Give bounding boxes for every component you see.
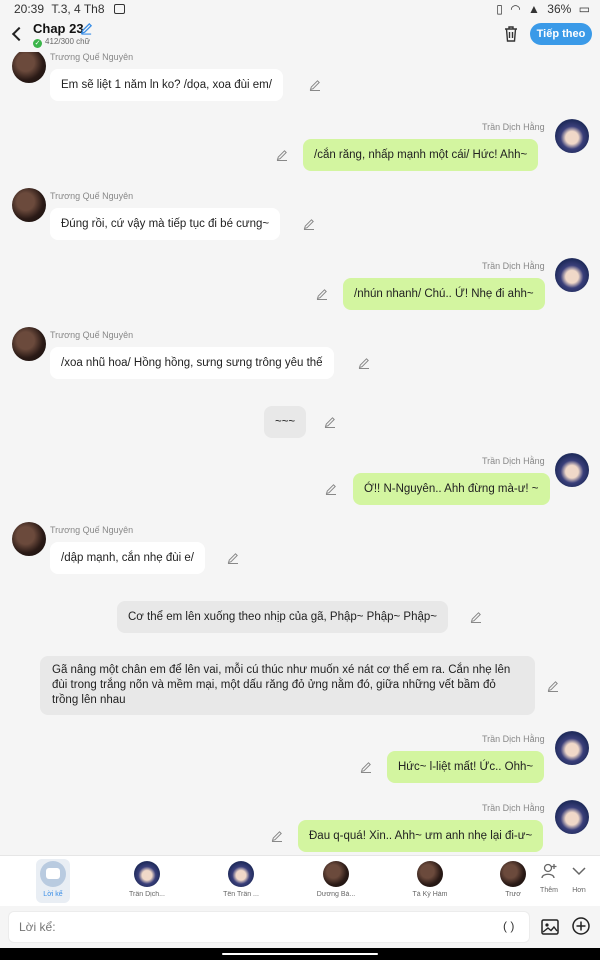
- message-bubble[interactable]: Đau q-quá! Xin.. Ahh~ ưm anh nhẹ lại đi-…: [298, 820, 544, 852]
- speaker-name: Trần Dịch Hằng: [482, 734, 545, 744]
- message-bubble[interactable]: /nhún nhanh/ Chú.. Ứ! Nhẹ đi ahh~: [343, 278, 545, 310]
- narration-bubble[interactable]: Gã nâng một chân em để lên vai, mỗi cú t…: [40, 656, 535, 715]
- chevron-down-icon: [572, 867, 586, 876]
- add-character-button[interactable]: Thêm: [535, 862, 563, 894]
- narration-selector[interactable]: Lời kể: [36, 859, 70, 903]
- edit-pencil-icon[interactable]: [227, 552, 239, 564]
- character-avatar: [417, 861, 443, 887]
- character-avatar: [323, 861, 349, 887]
- chat-area[interactable]: Trương Quế Nguyên Em sẽ liệt 1 năm ln ko…: [0, 52, 600, 855]
- message-bubble[interactable]: /xoa nhũ hoa/ Hồng hồng, sưng sưng trông…: [50, 347, 334, 379]
- avatar-tran-dich-hang[interactable]: [555, 453, 589, 487]
- status-bar: 20:39 T.3, 4 Th8 ▯ ◠ ▲ 36% ▭: [0, 0, 600, 18]
- more-button[interactable]: Hơn: [565, 862, 593, 894]
- edit-pencil-icon[interactable]: [325, 483, 337, 495]
- character-avatar: [134, 861, 160, 887]
- avatar-tran-dich-hang[interactable]: [555, 731, 589, 765]
- edit-pencil-icon[interactable]: [316, 288, 328, 300]
- chapter-title: Chap 23: [33, 21, 84, 36]
- speaker-name: Trần Dịch Hằng: [482, 261, 545, 271]
- character-name: Dương Bá...: [316, 891, 356, 898]
- composer: ( ): [0, 906, 600, 948]
- character-item[interactable]: Dương Bá...: [301, 859, 371, 905]
- avatar-truong-que-nguyen[interactable]: [12, 188, 46, 222]
- narration-label: Lời kể: [43, 891, 63, 898]
- status-right: ▯ ◠ ▲ 36% ▭: [492, 2, 590, 16]
- parentheses-button[interactable]: ( ): [503, 919, 514, 933]
- signal-icon: ▲: [528, 2, 540, 16]
- message-bubble[interactable]: Em sẽ liệt 1 năm ln ko? /dọa, xoa đùi em…: [50, 69, 283, 101]
- narration-bubble[interactable]: ~~~: [264, 406, 307, 438]
- edit-title-pencil-icon[interactable]: [80, 22, 93, 35]
- message-bubble[interactable]: Ớ!! N-Nguyên.. Ahh đừng mà-ư! ~: [353, 473, 550, 505]
- speaker-name: Trương Quế Nguyên: [50, 525, 134, 535]
- character-item[interactable]: Trươ: [496, 859, 530, 905]
- character-item[interactable]: Tả Kỳ Hàm: [395, 859, 465, 905]
- speaker-name: Trần Dịch Hằng: [482, 803, 545, 813]
- message-bubble[interactable]: Hức~ l-liệt mất! Ức.. Ohh~: [387, 751, 545, 783]
- character-name: Tên Trần ...: [223, 891, 259, 898]
- status-left: 20:39 T.3, 4 Th8: [14, 2, 125, 16]
- chapter-header: Chap 23 ✓ 412/300 chữ Tiếp theo: [0, 18, 600, 52]
- add-icon[interactable]: [571, 916, 591, 936]
- edit-pencil-icon[interactable]: [324, 416, 336, 428]
- avatar-truong-que-nguyen[interactable]: [12, 52, 46, 83]
- character-avatar: [500, 861, 526, 887]
- trash-icon[interactable]: [502, 24, 520, 44]
- word-count-text: 412/300 chữ: [45, 37, 90, 46]
- lock-icon: ▯: [496, 2, 503, 16]
- speaker-name: Trần Dịch Hằng: [482, 122, 545, 132]
- battery-level: 36%: [547, 2, 572, 16]
- back-button[interactable]: [8, 24, 26, 44]
- wifi-icon: ◠: [510, 2, 521, 16]
- more-label: Hơn: [572, 887, 586, 894]
- character-item[interactable]: Tên Trần ...: [206, 859, 276, 905]
- edit-pencil-icon[interactable]: [358, 357, 370, 369]
- battery-icon: ▭: [578, 2, 590, 16]
- status-date: T.3, 4 Th8: [51, 2, 105, 16]
- character-avatar: [228, 861, 254, 887]
- message-bubble[interactable]: /cắn răng, nhấp mạnh một cái/ Hức! Ahh~: [303, 139, 539, 171]
- avatar-tran-dich-hang[interactable]: [555, 800, 589, 834]
- check-icon: ✓: [33, 39, 42, 48]
- image-icon[interactable]: [540, 917, 560, 937]
- character-name: Tả Kỳ Hàm: [412, 891, 448, 898]
- avatar-tran-dich-hang[interactable]: [555, 119, 589, 153]
- edit-pencil-icon[interactable]: [271, 830, 283, 842]
- speaker-name: Trần Dịch Hằng: [482, 456, 545, 466]
- add-label: Thêm: [540, 887, 558, 894]
- narration-bubble[interactable]: Cơ thể em lên xuống theo nhịp của gã, Ph…: [117, 601, 449, 633]
- system-nav-bar: [0, 948, 600, 960]
- character-item[interactable]: Trần Dịch...: [112, 859, 182, 905]
- edit-pencil-icon[interactable]: [303, 218, 315, 230]
- avatar-tran-dich-hang[interactable]: [555, 258, 589, 292]
- character-name: Trươ: [505, 891, 521, 898]
- message-bubble[interactable]: Đúng rồi, cứ vậy mà tiếp tục đi bé cưng~: [50, 208, 281, 240]
- status-time: 20:39: [14, 2, 45, 16]
- message-input[interactable]: [8, 911, 530, 943]
- word-count: ✓ 412/300 chữ: [33, 37, 90, 48]
- avatar-truong-que-nguyen[interactable]: [12, 522, 46, 556]
- edit-pencil-icon[interactable]: [470, 611, 482, 623]
- gallery-notification-icon: [113, 4, 125, 14]
- avatar-truong-que-nguyen[interactable]: [12, 327, 46, 361]
- edit-pencil-icon[interactable]: [309, 79, 321, 91]
- edit-pencil-icon[interactable]: [276, 149, 288, 161]
- message-bubble[interactable]: /dập mạnh, cắn nhẹ đùi e/: [50, 542, 205, 574]
- edit-pencil-icon[interactable]: [547, 680, 559, 692]
- character-selector: Lời kể Trần Dịch... Tên Trần ... Dương B…: [0, 855, 600, 906]
- next-button[interactable]: Tiếp theo: [530, 23, 592, 45]
- character-name: Trần Dịch...: [129, 891, 165, 898]
- speaker-name: Trương Quế Nguyên: [50, 330, 134, 340]
- add-person-icon: [541, 863, 557, 879]
- speaker-name: Trương Quế Nguyên: [50, 52, 134, 62]
- narration-icon: [40, 861, 66, 887]
- edit-pencil-icon[interactable]: [360, 761, 372, 773]
- speaker-name: Trương Quế Nguyên: [50, 191, 134, 201]
- home-indicator[interactable]: [222, 953, 378, 955]
